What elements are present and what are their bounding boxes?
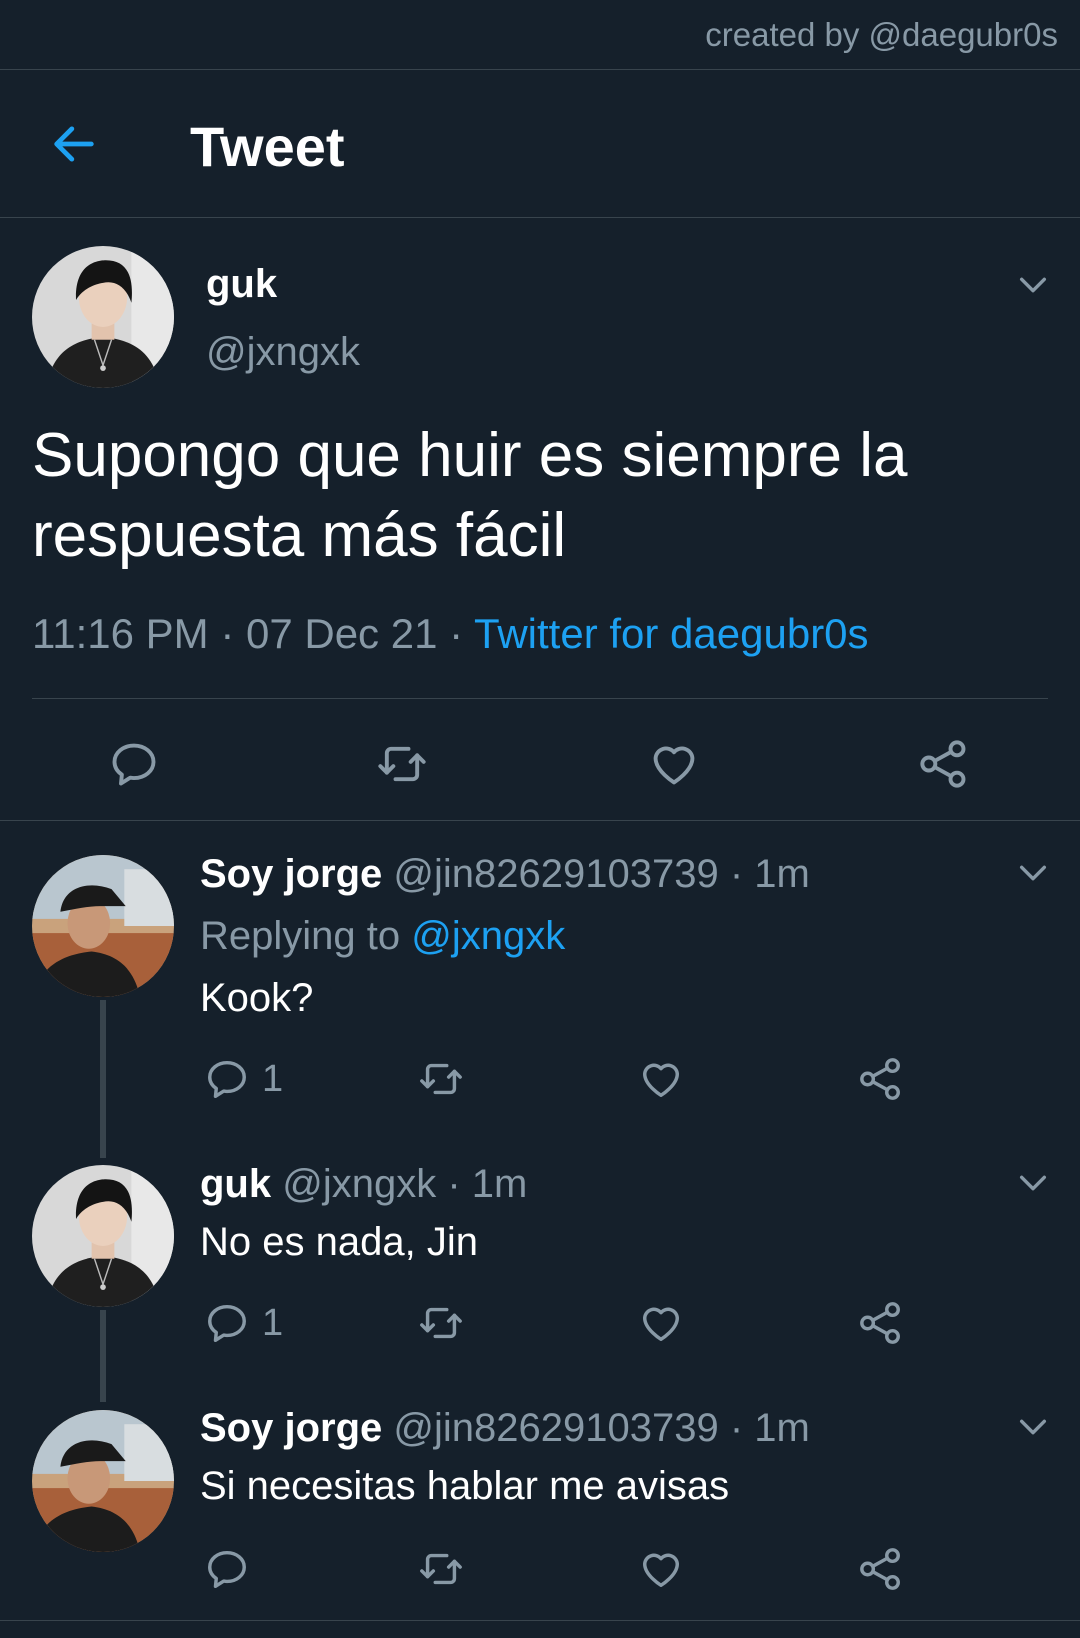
top-bar: Tweet xyxy=(0,70,1080,218)
chevron-down-icon[interactable] xyxy=(1016,1166,1050,1200)
tweet-text: Supongo que huir es siempre la respuesta… xyxy=(32,421,908,570)
chevron-down-icon[interactable] xyxy=(1016,268,1050,302)
retweet-button[interactable] xyxy=(376,738,428,790)
replying-to-link[interactable]: @jxngxk xyxy=(411,914,565,958)
author-name[interactable]: guk xyxy=(200,1162,271,1206)
divider xyxy=(32,698,1048,699)
retweet-icon xyxy=(418,1546,464,1592)
heart-icon xyxy=(638,1300,684,1346)
author-name[interactable]: Soy jorge xyxy=(200,852,382,896)
like-button[interactable] xyxy=(638,1546,684,1592)
chevron-down-icon[interactable] xyxy=(1016,856,1050,890)
divider xyxy=(0,1620,1080,1621)
avatar[interactable] xyxy=(32,855,174,997)
reply-button[interactable]: 1 xyxy=(204,1056,283,1102)
reply-count: 1 xyxy=(262,1301,284,1344)
like-button[interactable] xyxy=(638,1300,684,1346)
avatar[interactable] xyxy=(32,1410,174,1552)
author-name[interactable]: guk xyxy=(206,262,277,307)
chevron-down-icon[interactable] xyxy=(1016,1410,1050,1444)
credit-watermark: created by @daegubr0s xyxy=(0,0,1080,70)
tweet-timestamp: 11:16 PM · 07 Dec 21 · xyxy=(32,610,475,657)
avatar[interactable] xyxy=(32,1165,174,1307)
like-button[interactable] xyxy=(648,738,700,790)
reply-button[interactable] xyxy=(204,1546,250,1592)
tweet-actions xyxy=(0,708,1080,818)
retweet-button[interactable] xyxy=(418,1546,464,1592)
avatar[interactable] xyxy=(32,246,174,388)
share-button[interactable] xyxy=(858,1056,904,1102)
reply-button[interactable] xyxy=(108,738,160,790)
heart-icon xyxy=(638,1056,684,1102)
retweet-button[interactable] xyxy=(418,1056,464,1102)
author-name[interactable]: Soy jorge xyxy=(200,1406,382,1450)
thread-line xyxy=(100,1310,106,1402)
author-handle[interactable]: @jxngxk xyxy=(206,330,360,375)
share-icon xyxy=(858,1546,904,1592)
tweet-text: No es nada, Jin xyxy=(200,1220,478,1264)
heart-icon xyxy=(638,1546,684,1592)
share-icon xyxy=(858,1056,904,1102)
author-handle[interactable]: @jin82629103739 · 1m xyxy=(382,1406,809,1450)
main-tweet: guk @jxngxk Supongo que huir es siempre … xyxy=(0,218,1080,821)
reply-button[interactable]: 1 xyxy=(204,1300,283,1346)
tweet-text: Kook? xyxy=(200,976,314,1020)
share-button[interactable] xyxy=(858,1546,904,1592)
reply-icon xyxy=(204,1546,250,1592)
share-icon xyxy=(858,1300,904,1346)
retweet-icon xyxy=(418,1056,464,1102)
retweet-icon xyxy=(418,1300,464,1346)
tweet-meta: 11:16 PM · 07 Dec 21 · Twitter for daegu… xyxy=(32,610,869,658)
reply-count: 1 xyxy=(262,1057,284,1100)
heart-icon xyxy=(648,738,700,790)
author-handle[interactable]: @jin82629103739 · 1m xyxy=(382,852,809,896)
author-handle[interactable]: @jxngxk · 1m xyxy=(271,1162,527,1206)
page-title: Tweet xyxy=(190,115,345,178)
like-button[interactable] xyxy=(638,1056,684,1102)
arrow-left-icon[interactable] xyxy=(48,118,100,170)
thread-line xyxy=(100,1000,106,1158)
reply-icon xyxy=(204,1300,250,1346)
reply-icon xyxy=(204,1056,250,1102)
reply-icon xyxy=(108,738,160,790)
replying-label: Replying to xyxy=(200,914,412,958)
tweet-text: Si necesitas hablar me avisas xyxy=(200,1464,730,1508)
share-icon xyxy=(918,738,970,790)
share-button[interactable] xyxy=(858,1300,904,1346)
tweet-source-link[interactable]: Twitter for daegubr0s xyxy=(474,610,869,657)
retweet-button[interactable] xyxy=(418,1300,464,1346)
share-button[interactable] xyxy=(918,738,970,790)
retweet-icon xyxy=(376,738,428,790)
